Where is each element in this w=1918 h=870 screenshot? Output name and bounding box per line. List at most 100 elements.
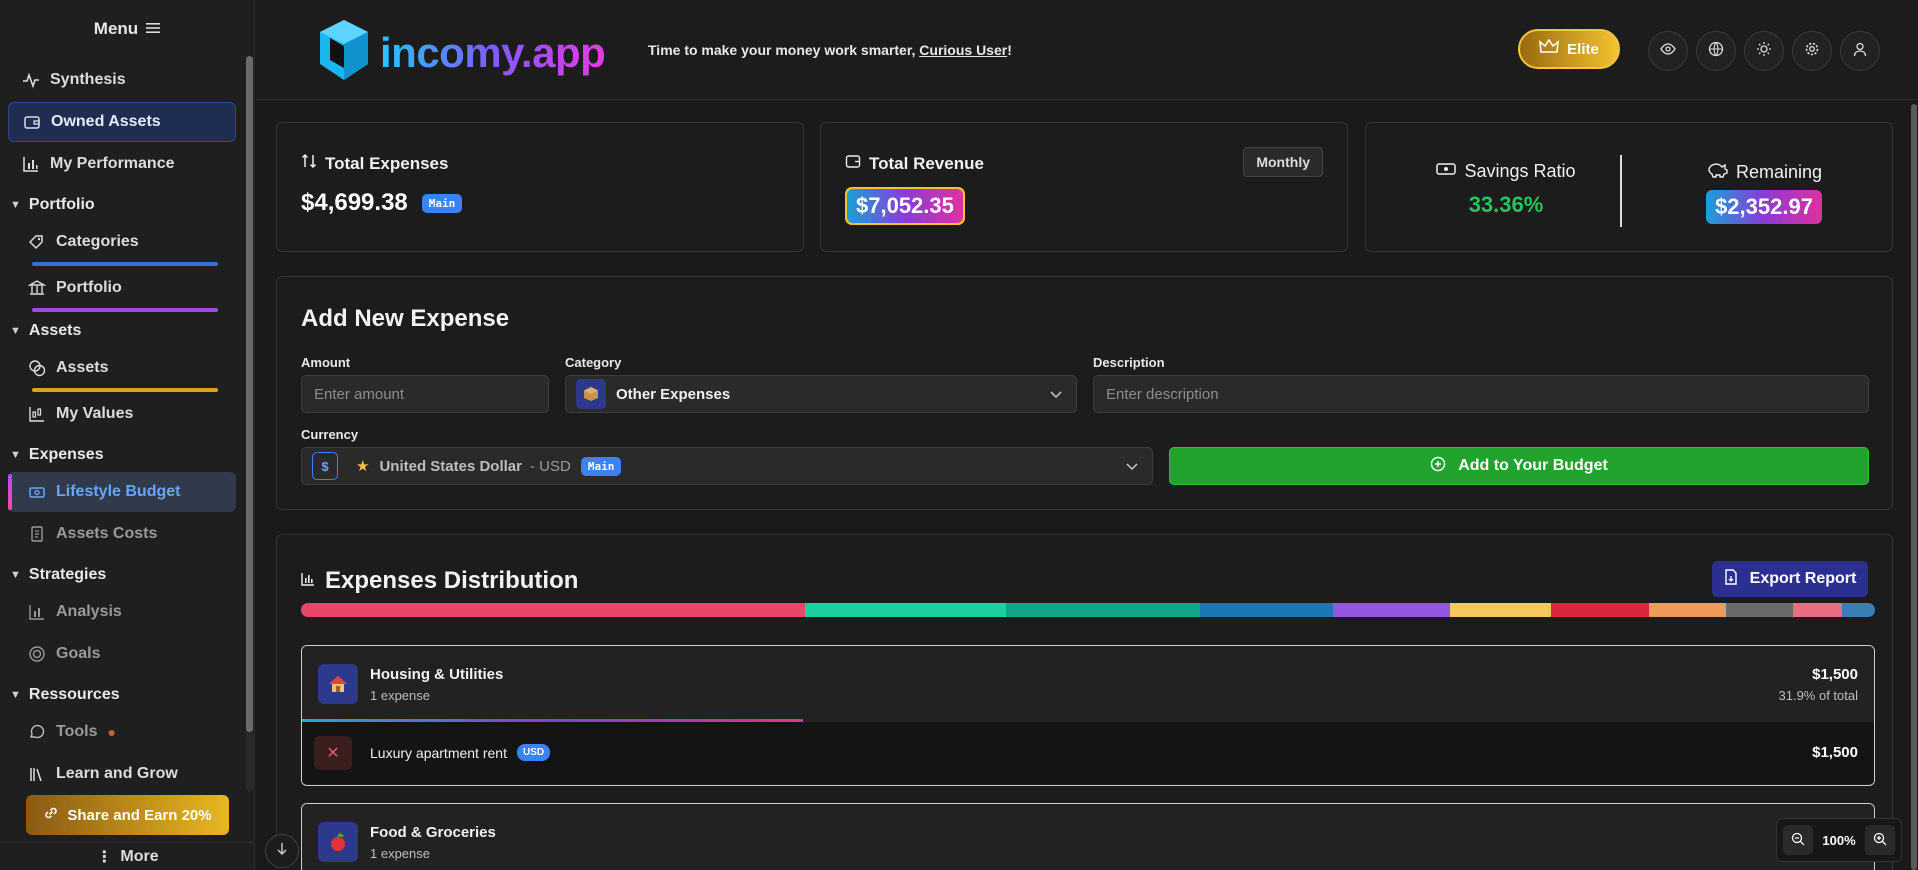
period-selector[interactable]: Monthly — [1243, 147, 1323, 177]
theme-toggle-button[interactable] — [1744, 31, 1784, 71]
sidebar-item-categories[interactable]: Categories — [8, 222, 236, 266]
description-input[interactable]: Enter description — [1093, 375, 1869, 413]
export-report-button[interactable]: Export Report — [1712, 561, 1868, 597]
section-label: Ressources — [28, 686, 120, 703]
sidebar-item-my-performance[interactable]: My Performance — [8, 144, 236, 184]
sidebar-item-goals[interactable]: Goals — [8, 634, 236, 674]
bar-chart-icon — [28, 603, 46, 621]
acorn-icon: ● — [107, 724, 116, 740]
sidebar-item-owned-assets[interactable]: Owned Assets — [8, 102, 236, 142]
sidebar-item-assets[interactable]: Assets — [8, 348, 236, 392]
amount-input[interactable]: Enter amount — [301, 375, 549, 413]
more-label: More — [120, 847, 159, 865]
scroll-down-button[interactable] — [265, 834, 299, 868]
distribution-title-row: Expenses Distribution — [301, 567, 578, 595]
chevron-down-icon: ▼ — [10, 325, 21, 337]
group-name: Food & Groceries — [370, 824, 496, 841]
expense-row: ✕ Luxury apartment rent USD $1,500 — [302, 722, 1874, 784]
menu-toggle[interactable]: Menu — [0, 0, 254, 58]
gear-icon — [1804, 41, 1820, 62]
group-count: 1 expense — [370, 846, 430, 861]
add-to-budget-button[interactable]: Add to Your Budget — [1169, 447, 1869, 485]
zoom-control: 100% — [1776, 818, 1902, 862]
zoom-in-button[interactable] — [1865, 825, 1895, 855]
sidebar-item-my-values[interactable]: My Values — [8, 394, 236, 434]
group-header[interactable]: Food & Groceries 1 expense — [302, 804, 1874, 870]
section-expenses[interactable]: ▼ Expenses — [0, 438, 246, 472]
portfolio-underline — [32, 308, 218, 312]
section-assets[interactable]: ▼ Assets — [0, 314, 246, 348]
sidebar-item-synthesis[interactable]: Synthesis — [8, 60, 236, 100]
bank-icon — [28, 279, 46, 297]
hamburger-icon — [146, 19, 161, 39]
currency-select[interactable]: $ ★ United States Dollar - USD Main — [301, 447, 1153, 485]
sidebar-item-lifestyle-budget[interactable]: Lifestyle Budget — [8, 472, 236, 512]
target-icon — [28, 645, 46, 663]
section-ressources[interactable]: ▼ Ressources — [0, 678, 246, 712]
sidebar-item-label: Analysis — [56, 603, 122, 620]
tags-icon — [28, 233, 46, 251]
user-name-link[interactable]: Curious User — [919, 42, 1007, 58]
total-expenses-label: Total Expenses — [325, 153, 449, 173]
piggy-bank-icon — [1706, 161, 1728, 184]
language-button[interactable] — [1696, 31, 1736, 71]
user-icon — [1852, 41, 1868, 62]
chevron-down-icon — [1050, 386, 1062, 403]
tagline: Time to make your money work smarter, Cu… — [648, 42, 1012, 58]
sidebar-item-label: My Values — [56, 405, 134, 422]
app-root: Menu Synthesis Owned Assets My Performan… — [0, 0, 1918, 870]
share-and-earn-button[interactable]: Share and Earn 20% — [26, 795, 229, 835]
remaining-block: Remaining $2,352.97 — [1684, 161, 1844, 224]
main-scrollbar-thumb[interactable] — [1911, 104, 1917, 870]
expense-group-housing[interactable]: Housing & Utilities 1 expense $1,500 31.… — [301, 645, 1875, 786]
group-header[interactable]: Housing & Utilities 1 expense $1,500 31.… — [302, 646, 1874, 722]
sidebar-item-portfolio[interactable]: Portfolio — [8, 268, 236, 312]
total-revenue-label: Total Revenue — [869, 153, 984, 173]
section-label: Expenses — [28, 446, 104, 463]
distribution-segment — [1726, 603, 1793, 617]
add-expense-panel: Add New Expense Amount Enter amount Cate… — [276, 276, 1893, 510]
more-button[interactable]: ⋮ More — [0, 842, 255, 870]
remaining-label: Remaining — [1735, 162, 1823, 182]
visibility-toggle-button[interactable] — [1648, 31, 1688, 71]
settings-button[interactable] — [1792, 31, 1832, 71]
sidebar-item-tools[interactable]: Tools ● — [8, 712, 236, 752]
section-label: Assets — [28, 322, 82, 339]
chat-bubble-icon — [28, 723, 46, 741]
expense-group-food[interactable]: Food & Groceries 1 expense — [301, 803, 1875, 870]
file-export-icon — [1724, 568, 1738, 590]
star-icon: ★ — [356, 458, 370, 475]
zoom-out-button[interactable] — [1783, 825, 1813, 855]
arrow-down-icon — [276, 842, 288, 861]
sidebar-scrollbar-thumb[interactable] — [246, 56, 253, 732]
distribution-title: Expenses Distribution — [325, 567, 579, 594]
sidebar-item-label: Goals — [56, 645, 101, 662]
chevron-down-icon: ▼ — [10, 689, 21, 701]
delete-expense-button[interactable]: ✕ — [314, 736, 352, 770]
sidebar-item-assets-costs[interactable]: Assets Costs — [8, 514, 236, 554]
category-label: Category — [565, 355, 622, 370]
sidebar-item-learn-and-grow[interactable]: Learn and Grow — [8, 754, 236, 794]
section-portfolio[interactable]: ▼ Portfolio — [0, 188, 246, 222]
category-select[interactable]: Other Expenses — [565, 375, 1077, 413]
share-label: Share and Earn 20% — [67, 806, 212, 824]
profile-button[interactable] — [1840, 31, 1880, 71]
section-label: Strategies — [28, 566, 107, 583]
coins-icon — [28, 359, 46, 377]
logo[interactable]: incomy.app — [318, 18, 606, 87]
sidebar-item-analysis[interactable]: Analysis — [8, 592, 236, 632]
bar-chart-icon — [22, 155, 40, 173]
logo-text: incomy.app — [380, 28, 606, 76]
library-icon — [28, 765, 46, 783]
section-strategies[interactable]: ▼ Strategies — [0, 558, 246, 592]
distribution-segment — [1792, 603, 1842, 617]
distribution-bar — [301, 603, 1875, 617]
distribution-segment — [805, 603, 1006, 617]
elite-button[interactable]: Elite — [1518, 29, 1620, 69]
export-label: Export Report — [1749, 570, 1857, 587]
stats-divider — [1620, 155, 1622, 227]
sidebar-item-label: Tools — [56, 723, 98, 740]
sun-icon — [1756, 41, 1772, 62]
cash-icon — [1436, 161, 1457, 182]
total-revenue-card: Total Revenue Monthly $7,052.35 — [820, 122, 1348, 252]
